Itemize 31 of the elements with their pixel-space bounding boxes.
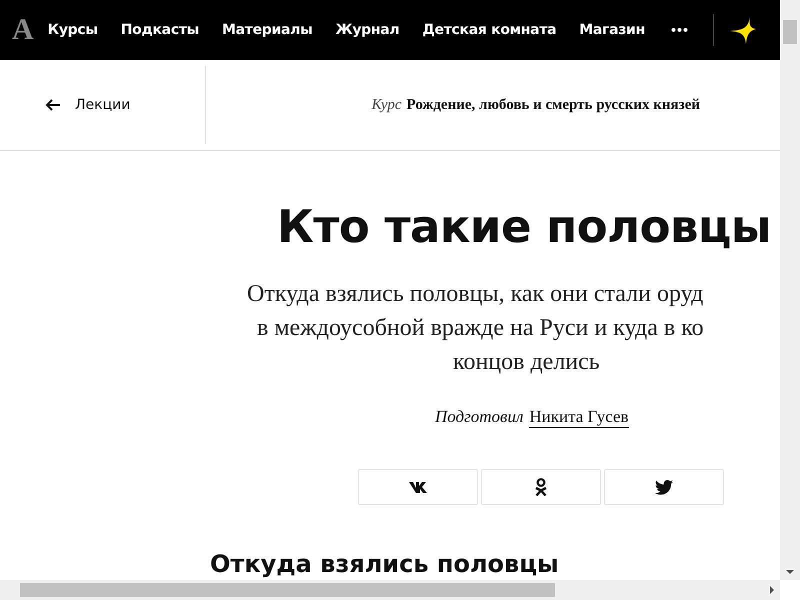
back-arrow-icon: [45, 99, 61, 111]
subtitle-line: концов делись: [452, 348, 601, 377]
share-button[interactable]: [481, 469, 601, 505]
nav-link[interactable]: Детская комната: [422, 22, 556, 38]
nav-link[interactable]: Журнал: [335, 22, 400, 38]
nav-link[interactable]: Подкасты: [120, 22, 199, 38]
nav-link[interactable]: Материалы: [222, 22, 312, 38]
share-button[interactable]: [358, 469, 478, 505]
bird-icon: [655, 480, 673, 494]
course-title-link[interactable]: Рождение, любовь и смерть русских князей: [406, 96, 700, 112]
ok-icon: [535, 478, 547, 496]
nav-link[interactable]: Магазин: [579, 22, 645, 38]
nav-link[interactable]: Курсы: [48, 22, 98, 38]
more-button[interactable]: •••: [670, 24, 688, 36]
subtitle-line: в междоусобной вражде на Руси и куда в ко: [256, 314, 705, 343]
scrollbar-thumb[interactable]: [20, 583, 555, 597]
section-heading: Откуда взялись половцы: [210, 549, 560, 579]
author-link[interactable]: Никита Гусев: [529, 407, 629, 428]
byline-label: Подготовил: [435, 407, 524, 426]
back-link[interactable]: Лекции: [0, 66, 206, 144]
horizontal-scrollbar[interactable]: [0, 580, 780, 600]
scroll-down-icon[interactable]: [786, 570, 794, 574]
article-title: Кто такие половцы: [277, 199, 772, 255]
scrollbar-thumb[interactable]: [783, 20, 797, 44]
subtitle-line: Откуда взялись половцы, как они стали оруд: [246, 280, 704, 309]
vertical-scrollbar[interactable]: [780, 0, 800, 580]
share-button[interactable]: [604, 469, 724, 505]
logo[interactable]: А: [0, 13, 48, 47]
vk-icon: [409, 482, 427, 492]
scroll-right-icon[interactable]: [770, 586, 774, 594]
course-label: Курс: [372, 96, 402, 112]
